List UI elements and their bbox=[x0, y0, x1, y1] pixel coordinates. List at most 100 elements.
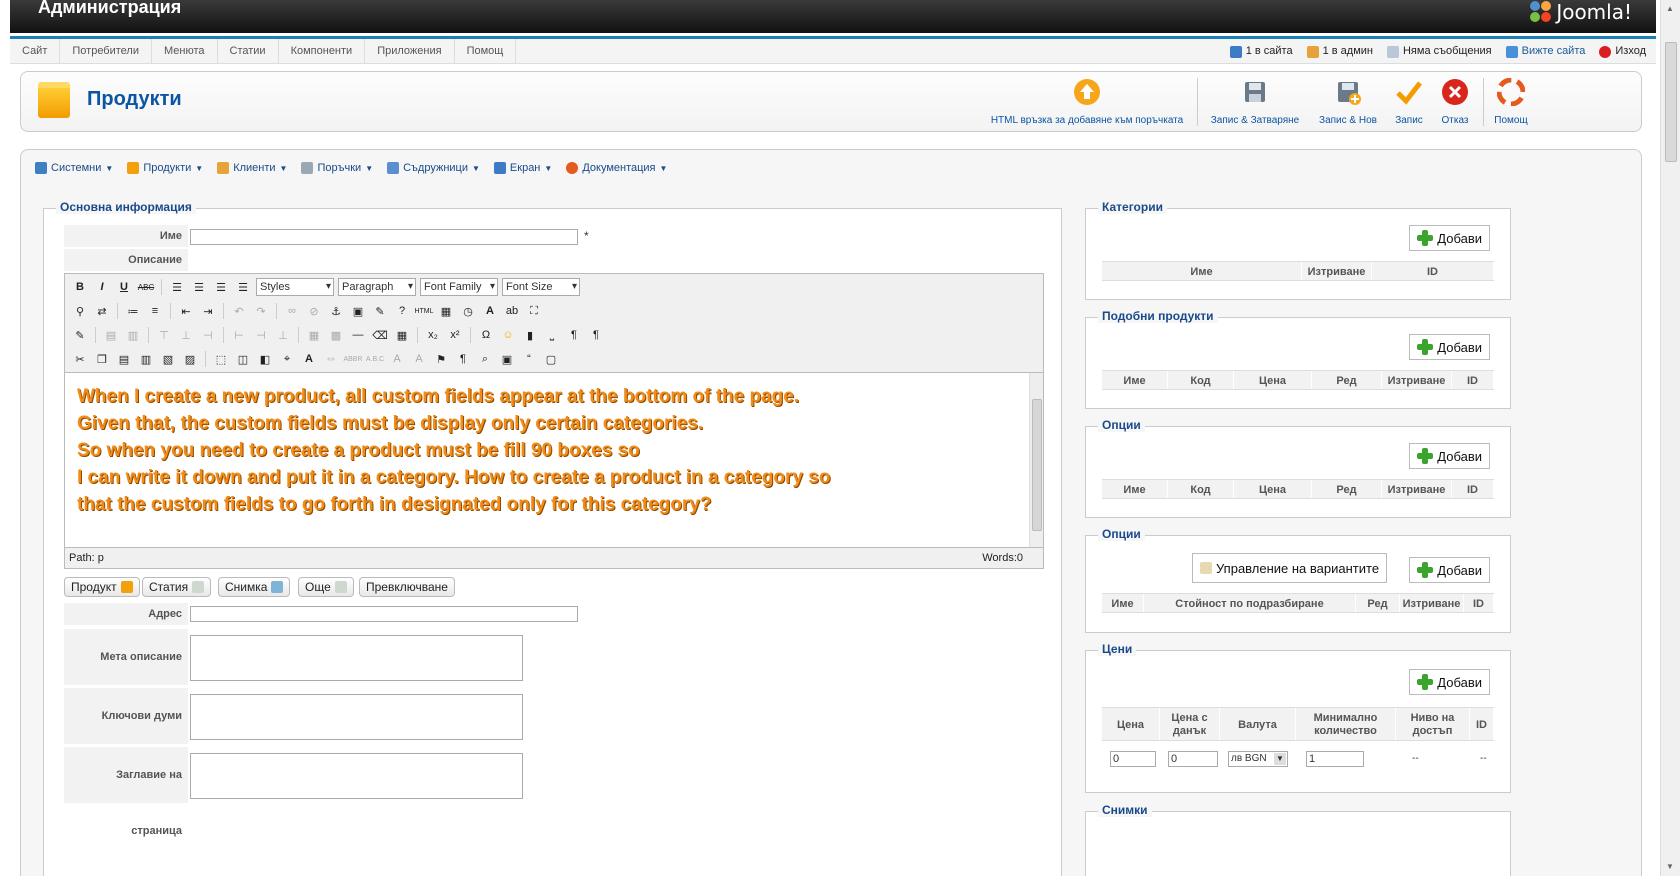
layer-backward-icon[interactable]: ◧ bbox=[256, 350, 274, 368]
col-before-icon[interactable]: ⊢ bbox=[230, 326, 248, 344]
manage-variants-button[interactable]: Управление на вариантите bbox=[1192, 553, 1388, 583]
menu-menus[interactable]: Менюта bbox=[152, 39, 218, 64]
select-all-icon[interactable]: ▨ bbox=[181, 350, 199, 368]
button-product[interactable]: Продукт bbox=[64, 577, 140, 597]
help-circle-icon[interactable]: ? bbox=[393, 302, 411, 320]
logout-link[interactable]: Изход bbox=[1599, 39, 1646, 64]
view-site-link[interactable]: Вижте сайта bbox=[1505, 39, 1585, 64]
add-price-button[interactable]: Добави bbox=[1409, 669, 1490, 695]
align-left-icon[interactable]: ☰ bbox=[168, 278, 186, 296]
align-right-icon[interactable]: ☰ bbox=[212, 278, 230, 296]
submenu-affiliates[interactable]: Съдружници ▼ bbox=[387, 162, 480, 174]
menu-extensions[interactable]: Приложения bbox=[365, 39, 455, 64]
price-tax-input[interactable]: 0 bbox=[1168, 751, 1218, 767]
horizontal-rule-icon[interactable]: — bbox=[349, 326, 367, 344]
price-input[interactable]: 0 bbox=[1110, 751, 1156, 767]
cancel-button[interactable]: Отказ bbox=[1435, 78, 1475, 126]
row-before-icon[interactable]: ⊤ bbox=[155, 326, 173, 344]
menu-articles[interactable]: Статии bbox=[218, 39, 279, 64]
time-icon[interactable]: ◷ bbox=[459, 302, 477, 320]
superscript-icon[interactable]: x² bbox=[446, 326, 464, 344]
eraser-icon[interactable]: ⌫ bbox=[371, 326, 389, 344]
styles-select[interactable]: Styles bbox=[256, 278, 334, 296]
nonbreaking-icon[interactable]: ⎵ bbox=[543, 326, 561, 344]
submenu-products[interactable]: Продукти ▼ bbox=[127, 162, 203, 174]
template-icon[interactable]: ▣ bbox=[498, 350, 516, 368]
omega-icon[interactable]: Ω bbox=[477, 326, 495, 344]
name-input[interactable] bbox=[190, 229, 578, 245]
add-category-button[interactable]: Добави bbox=[1409, 225, 1490, 251]
cut-icon[interactable]: ✂ bbox=[71, 350, 89, 368]
add-variant-button[interactable]: Добави bbox=[1409, 557, 1490, 583]
underline-icon[interactable]: U bbox=[115, 278, 133, 296]
table-col-icon[interactable]: ▥ bbox=[124, 326, 142, 344]
align-center-icon[interactable]: ☰ bbox=[190, 278, 208, 296]
col-after-icon[interactable]: ⊣ bbox=[252, 326, 270, 344]
edit-icon[interactable]: ✎ bbox=[71, 326, 89, 344]
address-input[interactable] bbox=[190, 606, 578, 622]
blockquote-icon[interactable]: “ bbox=[520, 350, 538, 368]
table-icon[interactable]: ▦ bbox=[393, 326, 411, 344]
strikethrough-icon[interactable]: ABC bbox=[137, 278, 155, 296]
paragraph-select[interactable]: Paragraph bbox=[338, 278, 416, 296]
ins-icon[interactable]: A bbox=[410, 350, 428, 368]
menu-help[interactable]: Помощ bbox=[455, 39, 517, 64]
replace-icon[interactable]: ⇄ bbox=[93, 302, 111, 320]
bullet-list-icon[interactable]: ≔ bbox=[124, 302, 142, 320]
layer-icon[interactable]: ⬚ bbox=[212, 350, 230, 368]
subscript-icon[interactable]: x₂ bbox=[424, 326, 442, 344]
bold-icon[interactable]: B bbox=[71, 278, 89, 296]
layer-forward-icon[interactable]: ◫ bbox=[234, 350, 252, 368]
pagebreak-icon[interactable]: ▢ bbox=[542, 350, 560, 368]
save-new-button[interactable]: Запис & Нов bbox=[1313, 78, 1383, 126]
anchor-icon[interactable]: ⚓ bbox=[327, 302, 345, 320]
keywords-textarea[interactable] bbox=[190, 694, 523, 740]
save-button[interactable]: Запис bbox=[1391, 78, 1427, 126]
redo-icon[interactable]: ↷ bbox=[252, 302, 270, 320]
menu-users[interactable]: Потребители bbox=[60, 39, 152, 64]
ltr-icon[interactable]: ¶ bbox=[565, 326, 583, 344]
text-color-icon[interactable]: A bbox=[481, 302, 499, 320]
find-icon[interactable]: ⚲ bbox=[71, 302, 89, 320]
html-icon[interactable]: HTML bbox=[414, 302, 433, 320]
status-messages[interactable]: Няма съобщения bbox=[1386, 39, 1492, 64]
button-article[interactable]: Статия bbox=[142, 577, 212, 597]
copy-icon[interactable]: ❐ bbox=[93, 350, 111, 368]
indent-icon[interactable]: ⇥ bbox=[199, 302, 217, 320]
acronym-icon[interactable]: A.B.C bbox=[366, 350, 384, 368]
meta-description-textarea[interactable] bbox=[190, 635, 523, 681]
scroll-down-icon[interactable]: ▼ bbox=[1666, 862, 1674, 871]
html-link-button[interactable]: HTML връзка за добавяне към поръчката bbox=[987, 78, 1187, 126]
preview-icon[interactable]: ⌕ bbox=[476, 350, 494, 368]
menu-site[interactable]: Сайт bbox=[10, 39, 61, 64]
cleanup-icon[interactable]: ✎ bbox=[371, 302, 389, 320]
media-icon[interactable]: ▮ bbox=[521, 326, 539, 344]
emoticon-icon[interactable]: ☺ bbox=[499, 326, 517, 344]
visualchars-icon[interactable]: ¶ bbox=[454, 350, 472, 368]
delete-col-icon[interactable]: ⊥ bbox=[274, 326, 292, 344]
font-family-select[interactable]: Font Family bbox=[420, 278, 498, 296]
split-cells-icon[interactable]: ▦ bbox=[305, 326, 323, 344]
submenu-customers[interactable]: Клиенти ▼ bbox=[217, 162, 287, 174]
help-button[interactable]: Помощ bbox=[1489, 77, 1533, 126]
page-scrollbar[interactable]: ▲ ▼ bbox=[1660, 0, 1680, 876]
absolute-icon[interactable]: ⌖ bbox=[278, 350, 296, 368]
delete-row-icon[interactable]: ⊣ bbox=[199, 326, 217, 344]
del-icon[interactable]: A bbox=[388, 350, 406, 368]
align-justify-icon[interactable]: ☰ bbox=[234, 278, 252, 296]
save-close-button[interactable]: Запис & Затваряне bbox=[1207, 78, 1303, 126]
rtl-icon[interactable]: ¶ bbox=[587, 326, 605, 344]
scroll-up-icon[interactable]: ▲ bbox=[1666, 4, 1674, 13]
page-title-textarea[interactable] bbox=[190, 753, 523, 799]
table-row-icon[interactable]: ▤ bbox=[102, 326, 120, 344]
add-option-button[interactable]: Добави bbox=[1409, 443, 1490, 469]
unlink-icon[interactable]: ⊘ bbox=[305, 302, 323, 320]
cite-icon[interactable]: «» bbox=[322, 350, 340, 368]
editor-scrollbar[interactable] bbox=[1029, 373, 1043, 547]
currency-select[interactable]: лв BGN ▼ bbox=[1228, 751, 1288, 767]
link-icon[interactable]: ∞ bbox=[283, 302, 301, 320]
merge-cells-icon[interactable]: ▩ bbox=[327, 326, 345, 344]
button-image[interactable]: Снимка bbox=[218, 577, 291, 597]
outdent-icon[interactable]: ⇤ bbox=[177, 302, 195, 320]
submenu-documentation[interactable]: Документация ▼ bbox=[566, 162, 667, 174]
